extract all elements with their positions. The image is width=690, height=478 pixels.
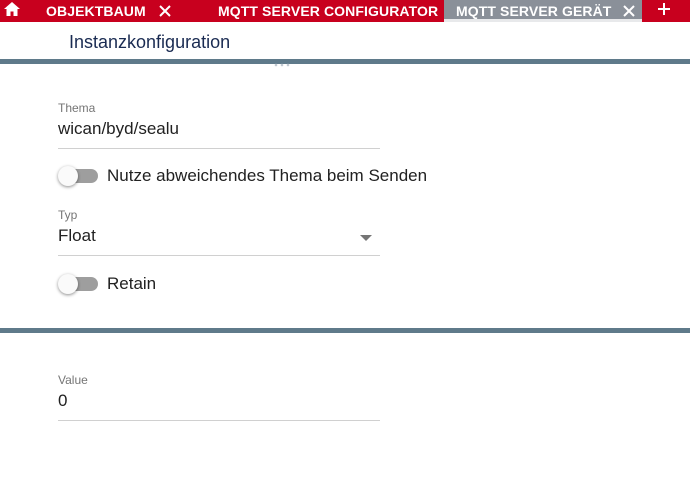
tab-label: MQTT SERVER CONFIGURATOR [218, 3, 439, 19]
tab-bar: OBJEKTBAUM MQTT SERVER CONFIGURATOR MQTT… [0, 0, 690, 22]
add-tab-button[interactable] [646, 0, 682, 22]
divider-ornament-icon [270, 56, 294, 67]
value-label: Value [58, 373, 88, 387]
alt-topic-toggle-label: Nutze abweichendes Thema beim Senden [107, 166, 428, 185]
value-input[interactable]: 0 [58, 391, 380, 421]
home-button[interactable] [0, 0, 24, 22]
topic-input[interactable]: wican/byd/sealu [58, 119, 380, 149]
retain-toggle[interactable] [58, 274, 98, 294]
tab-objektbaum[interactable]: OBJEKTBAUM [24, 0, 194, 22]
topic-label: Thema [58, 101, 96, 115]
tab-label: MQTT SERVER GERÄT [456, 3, 612, 19]
tab-mqtt-server-geraet[interactable]: MQTT SERVER GERÄT [444, 0, 642, 22]
topic-field[interactable]: Thema wican/byd/sealu [58, 101, 380, 149]
dropdown-arrow-icon [360, 235, 372, 241]
toggle-thumb [58, 166, 78, 186]
toggle-thumb [58, 274, 78, 294]
page-title: Instanzkonfiguration [69, 32, 231, 52]
type-label: Typ [58, 208, 78, 222]
plus-icon [657, 2, 671, 21]
value-field[interactable]: Value 0 [58, 373, 380, 421]
type-select[interactable]: Typ Float [58, 208, 380, 256]
home-icon [3, 1, 21, 22]
section-divider [0, 328, 690, 333]
close-icon[interactable] [623, 4, 636, 18]
close-icon[interactable] [158, 4, 172, 18]
retain-toggle-label: Retain [107, 274, 157, 293]
alt-topic-toggle[interactable] [58, 166, 98, 186]
section-divider [0, 59, 690, 64]
retain-toggle-row[interactable]: Retain [58, 274, 156, 294]
type-select-value[interactable]: Float [58, 226, 380, 256]
alt-topic-toggle-row[interactable]: Nutze abweichendes Thema beim Senden [58, 166, 427, 186]
tab-label: OBJEKTBAUM [46, 3, 146, 19]
tab-mqtt-server-configurator[interactable]: MQTT SERVER CONFIGURATOR [194, 0, 462, 22]
type-selected-value: Float [58, 226, 96, 245]
